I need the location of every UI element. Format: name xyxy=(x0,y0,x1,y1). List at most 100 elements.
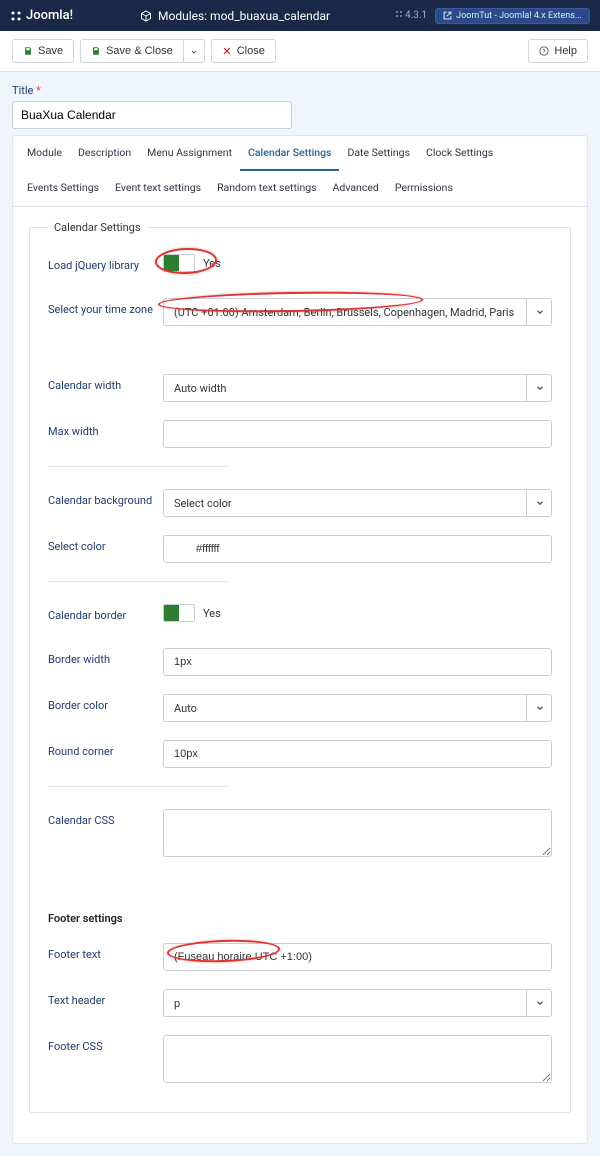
save-close-button[interactable]: Save & Close xyxy=(80,39,184,63)
select-calendar-width-value: Auto width xyxy=(174,382,226,395)
extension-text: JoomTut - Joomla! 4.x Extens... xyxy=(456,11,582,21)
tab-panel-calendar-settings: Calendar Settings Load jQuery library Ye… xyxy=(13,207,587,1143)
label-border-color: Border color xyxy=(48,694,163,712)
tab-random-text-settings[interactable]: Random text settings xyxy=(209,171,324,206)
chevron-down-icon xyxy=(526,694,552,722)
chevron-down-icon xyxy=(526,989,552,1017)
input-max-width[interactable] xyxy=(163,420,552,448)
row-timezone: Select your time zone (UTC +01:00) Amste… xyxy=(48,298,552,326)
select-border-color[interactable]: Auto xyxy=(163,694,552,722)
select-text-header-value: p xyxy=(174,997,180,1010)
help-label: Help xyxy=(554,45,577,57)
divider xyxy=(48,466,228,467)
toolbar: Save Save & Close Close Help xyxy=(0,31,600,72)
tab-permissions[interactable]: Permissions xyxy=(387,171,461,206)
help-button[interactable]: Help xyxy=(528,39,588,63)
chevron-down-icon xyxy=(526,374,552,402)
select-text-header[interactable]: p xyxy=(163,989,552,1017)
close-icon xyxy=(222,46,232,56)
help-icon xyxy=(539,46,549,56)
chevron-down-icon xyxy=(526,298,552,326)
joomla-mini-icon xyxy=(395,10,403,18)
divider xyxy=(48,786,228,787)
row-select-color: Select color xyxy=(48,535,552,563)
row-border-color: Border color Auto xyxy=(48,694,552,722)
save-icon xyxy=(23,46,33,56)
row-load-jquery: Load jQuery library Yes xyxy=(48,254,552,280)
label-round-corner: Round corner xyxy=(48,740,163,758)
row-footer-css: Footer CSS xyxy=(48,1035,552,1086)
row-round-corner: Round corner xyxy=(48,740,552,768)
save-close-group: Save & Close xyxy=(80,39,205,63)
label-timezone: Select your time zone xyxy=(48,298,163,316)
input-calendar-css[interactable] xyxy=(163,809,552,857)
row-calendar-width: Calendar width Auto width xyxy=(48,374,552,402)
select-calendar-background[interactable]: Select color xyxy=(163,489,552,517)
footer-settings-heading: Footer settings xyxy=(48,912,552,925)
row-calendar-css: Calendar CSS xyxy=(48,809,552,860)
toggle-value-border: Yes xyxy=(203,607,221,620)
label-text-header: Text header xyxy=(48,989,163,1007)
tab-events-settings[interactable]: Events Settings xyxy=(19,171,107,206)
label-calendar-css: Calendar CSS xyxy=(48,809,163,827)
brand-text: Joomla! xyxy=(26,8,73,23)
input-footer-text[interactable] xyxy=(163,943,552,971)
toggle-load-jquery[interactable] xyxy=(163,254,195,272)
settings-card: ModuleDescriptionMenu AssignmentCalendar… xyxy=(12,135,588,1144)
tab-menu-assignment[interactable]: Menu Assignment xyxy=(139,136,240,171)
select-calendar-width[interactable]: Auto width xyxy=(163,374,552,402)
label-calendar-border: Calendar border xyxy=(48,604,163,622)
divider xyxy=(48,581,228,582)
input-round-corner[interactable] xyxy=(163,740,552,768)
chevron-down-icon xyxy=(190,47,198,55)
label-footer-css: Footer CSS xyxy=(48,1035,163,1053)
select-calendar-background-value: Select color xyxy=(174,497,232,510)
tab-advanced[interactable]: Advanced xyxy=(325,171,387,206)
brand[interactable]: Joomla! xyxy=(10,8,140,23)
topbar: Joomla! Modules: mod_buaxua_calendar 4.3… xyxy=(0,0,600,31)
extension-link[interactable]: JoomTut - Joomla! 4.x Extens... xyxy=(435,8,590,24)
topbar-right: 4.3.1 JoomTut - Joomla! 4.x Extens... xyxy=(395,8,590,24)
version-text: 4.3.1 xyxy=(405,10,427,21)
chevron-down-icon xyxy=(526,489,552,517)
module-header: Modules: mod_buaxua_calendar xyxy=(140,9,330,23)
tab-date-settings[interactable]: Date Settings xyxy=(339,136,418,171)
close-label: Close xyxy=(237,45,265,57)
toggle-calendar-border[interactable] xyxy=(163,604,195,622)
label-max-width: Max width xyxy=(48,420,163,438)
required-indicator: * xyxy=(36,84,41,97)
fieldset-legend: Calendar Settings xyxy=(48,221,147,234)
label-select-color: Select color xyxy=(48,535,163,553)
tabs: ModuleDescriptionMenu AssignmentCalendar… xyxy=(13,136,587,207)
title-input[interactable] xyxy=(12,101,292,129)
version-badge: 4.3.1 xyxy=(395,10,428,21)
save-close-dropdown[interactable] xyxy=(184,39,205,63)
close-button[interactable]: Close xyxy=(211,39,276,63)
input-select-color[interactable] xyxy=(163,535,552,563)
tab-event-text-settings[interactable]: Event text settings xyxy=(107,171,209,206)
select-border-color-value: Auto xyxy=(174,702,197,715)
title-field-row: Title * xyxy=(12,84,588,129)
save-button[interactable]: Save xyxy=(12,39,74,63)
row-border-width: Border width xyxy=(48,648,552,676)
select-timezone[interactable]: (UTC +01:00) Amsterdam, Berlin, Brussels… xyxy=(163,298,552,326)
input-border-width[interactable] xyxy=(163,648,552,676)
tab-clock-settings[interactable]: Clock Settings xyxy=(418,136,501,171)
calendar-settings-fieldset: Calendar Settings Load jQuery library Ye… xyxy=(29,221,571,1113)
external-link-icon xyxy=(443,11,452,20)
tab-module[interactable]: Module xyxy=(19,136,70,171)
tab-description[interactable]: Description xyxy=(70,136,139,171)
title-label: Title * xyxy=(12,84,588,97)
toggle-value-jquery: Yes xyxy=(203,257,221,270)
save-close-label: Save & Close xyxy=(106,45,173,57)
label-border-width: Border width xyxy=(48,648,163,666)
label-load-jquery: Load jQuery library xyxy=(48,254,163,272)
label-footer-text: Footer text xyxy=(48,943,163,961)
row-footer-text: Footer text xyxy=(48,943,552,971)
save-icon xyxy=(91,46,101,56)
tab-calendar-settings[interactable]: Calendar Settings xyxy=(240,136,339,171)
label-calendar-background: Calendar background xyxy=(48,489,163,507)
label-calendar-width: Calendar width xyxy=(48,374,163,392)
input-footer-css[interactable] xyxy=(163,1035,552,1083)
module-icon xyxy=(140,10,152,22)
